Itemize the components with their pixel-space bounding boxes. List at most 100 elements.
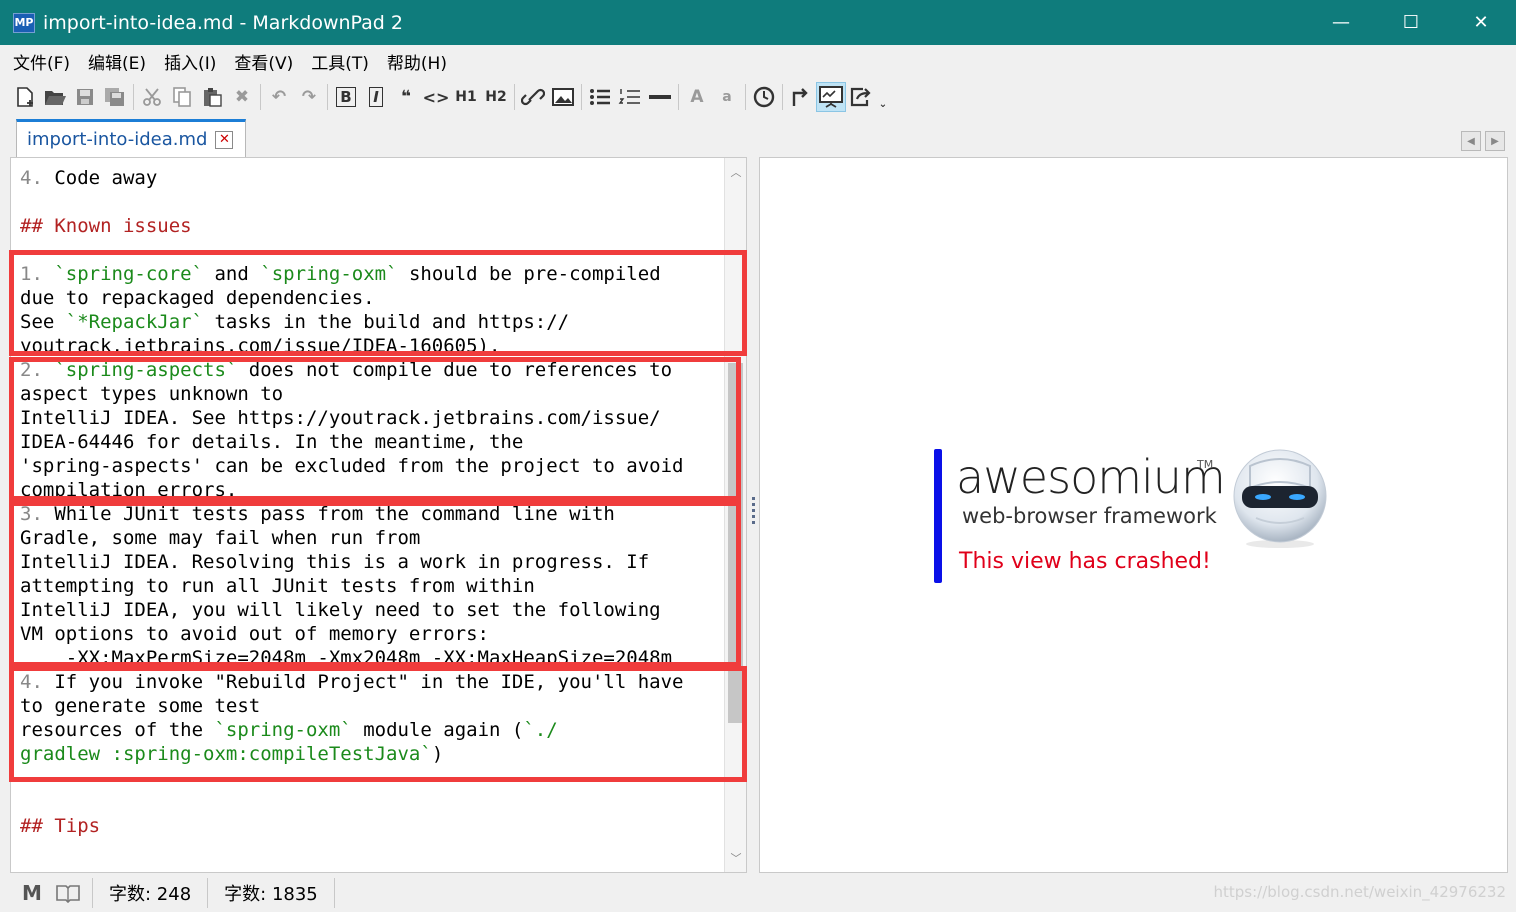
- link-icon: [521, 88, 545, 106]
- toolbar-separator: [327, 84, 328, 110]
- folder-open-icon: [45, 91, 66, 105]
- quote-icon: ❝: [401, 87, 411, 107]
- timestamp-button[interactable]: [749, 82, 779, 112]
- scroll-up-icon[interactable]: ︿: [725, 162, 746, 182]
- undo-icon: ↶: [271, 87, 287, 107]
- quote-button[interactable]: ❝: [391, 82, 421, 112]
- editor-token: Code away: [54, 167, 158, 189]
- editor-line[interactable]: ## Tips: [20, 814, 683, 838]
- menu-edit[interactable]: 编辑(E): [79, 49, 155, 74]
- splitter-grip-icon[interactable]: [752, 497, 755, 527]
- editor-line[interactable]: [20, 190, 683, 214]
- font-increase-button[interactable]: A: [682, 82, 712, 112]
- window-title: import-into-idea.md - MarkdownPad 2: [43, 11, 403, 34]
- save-button[interactable]: [70, 82, 100, 112]
- copy-icon: [173, 87, 191, 107]
- insert-image-button[interactable]: [548, 82, 578, 112]
- editor-line[interactable]: ## Known issues: [20, 214, 683, 238]
- editor-line[interactable]: 4. Code away: [20, 166, 683, 190]
- toolbar-separator: [782, 84, 783, 110]
- document-tab[interactable]: import-into-idea.md ✕: [16, 119, 246, 157]
- pane-splitter[interactable]: [749, 157, 759, 873]
- editor-line[interactable]: [20, 790, 683, 814]
- copy-button[interactable]: [167, 82, 197, 112]
- export-icon: [850, 87, 871, 107]
- clock-icon: [753, 86, 775, 108]
- split-arrows-icon: [792, 88, 808, 106]
- bold-button[interactable]: B: [331, 82, 361, 112]
- minimize-button[interactable]: —: [1306, 0, 1376, 45]
- export-button[interactable]: [846, 82, 876, 112]
- toggle-split-button[interactable]: [786, 82, 816, 112]
- chevron-left-icon: ◀: [1467, 135, 1475, 147]
- char-count: 字数: 1835: [207, 878, 334, 908]
- paste-icon: [204, 88, 222, 107]
- markdown-mode-icon[interactable]: M: [14, 877, 50, 909]
- tab-strip: import-into-idea.md ✕ ◀ ▶: [0, 117, 1516, 157]
- crash-message: This view has crashed!: [959, 549, 1211, 574]
- scissors-icon: [143, 88, 161, 106]
- numbered-list-button[interactable]: [615, 82, 645, 112]
- awesomium-accent-bar: [934, 449, 942, 583]
- toolbar-overflow-button[interactable]: ⌄: [876, 82, 890, 112]
- app-window: MP import-into-idea.md - MarkdownPad 2 —…: [0, 0, 1516, 912]
- scroll-down-icon[interactable]: ﹀: [725, 848, 746, 868]
- redo-button[interactable]: ↷: [294, 82, 324, 112]
- heading2-button[interactable]: H2: [481, 82, 511, 112]
- open-file-button[interactable]: [40, 82, 70, 112]
- menu-tools[interactable]: 工具(T): [302, 49, 378, 74]
- tab-close-icon[interactable]: ✕: [215, 130, 234, 149]
- menu-view[interactable]: 查看(V): [225, 49, 302, 74]
- new-file-button[interactable]: [10, 82, 40, 112]
- toggle-preview-button[interactable]: [816, 82, 846, 112]
- delete-button[interactable]: ✖: [227, 82, 257, 112]
- paste-button[interactable]: [197, 82, 227, 112]
- font-increase-icon: A: [690, 87, 704, 107]
- save-all-icon: [105, 88, 124, 106]
- menu-file[interactable]: 文件(F): [4, 49, 79, 74]
- bullet-list-button[interactable]: [585, 82, 615, 112]
- font-decrease-icon: a: [722, 89, 732, 105]
- watermark-text: https://blog.csdn.net/weixin_42976232: [1213, 883, 1506, 901]
- insert-link-button[interactable]: [518, 82, 548, 112]
- menu-bar: 文件(F) 编辑(E) 插入(I) 查看(V) 工具(T) 帮助(H): [0, 45, 1516, 77]
- undo-button[interactable]: ↶: [264, 82, 294, 112]
- awesomium-robot-icon: [1233, 449, 1327, 548]
- heading1-icon: H1: [455, 89, 477, 105]
- code-icon: <>: [422, 87, 450, 107]
- italic-button[interactable]: I: [361, 82, 391, 112]
- save-icon: [77, 89, 93, 105]
- save-all-button[interactable]: [100, 82, 130, 112]
- book-icon[interactable]: [50, 877, 86, 909]
- font-decrease-button[interactable]: a: [712, 82, 742, 112]
- editor-token: 4.: [20, 167, 55, 189]
- bullet-list-icon: [590, 89, 610, 105]
- toolbar-separator: [260, 84, 261, 110]
- chevron-right-icon: ▶: [1491, 135, 1499, 147]
- editor-token: ## Known issues: [20, 215, 192, 237]
- tab-scroll-left-button[interactable]: ◀: [1461, 131, 1481, 151]
- heading2-icon: H2: [485, 89, 507, 105]
- preview-pane: awesomium TM web-browser framework This …: [759, 157, 1508, 873]
- tab-scroll-right-button[interactable]: ▶: [1485, 131, 1505, 151]
- cut-button[interactable]: [137, 82, 167, 112]
- heading1-button[interactable]: H1: [451, 82, 481, 112]
- toolbar: ✖ ↶ ↷ B I ❝ <> H1 H2 A a ⌄: [0, 77, 1516, 117]
- maximize-button[interactable]: ☐: [1376, 0, 1446, 45]
- toolbar-separator: [581, 84, 582, 110]
- menu-insert[interactable]: 插入(I): [155, 49, 225, 74]
- title-bar[interactable]: MP import-into-idea.md - MarkdownPad 2 —…: [0, 0, 1516, 45]
- close-button[interactable]: ✕: [1446, 0, 1516, 45]
- editor-token: ## Tips: [20, 815, 101, 837]
- close-icon: ✕: [1473, 12, 1489, 33]
- new-file-icon: [17, 87, 33, 107]
- delete-icon: ✖: [234, 87, 250, 107]
- italic-icon: I: [369, 87, 383, 107]
- redo-icon: ↷: [301, 87, 317, 107]
- tab-label: import-into-idea.md: [27, 129, 208, 150]
- app-logo-icon: MP: [13, 12, 35, 33]
- horizontal-rule-button[interactable]: [645, 82, 675, 112]
- code-button[interactable]: <>: [421, 82, 451, 112]
- highlight-box: [9, 666, 747, 782]
- menu-help[interactable]: 帮助(H): [378, 49, 456, 74]
